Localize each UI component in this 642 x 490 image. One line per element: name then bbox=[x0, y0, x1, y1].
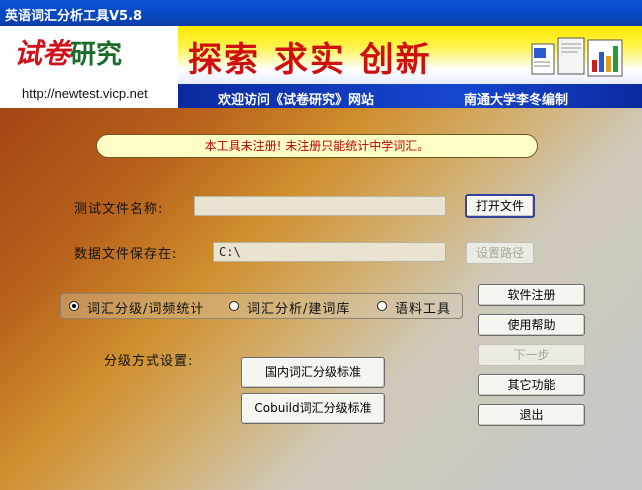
title-bar[interactable]: 英语词汇分析工具V5.8 bbox=[0, 0, 642, 26]
data-file-label: 数据文件保存在: bbox=[74, 247, 178, 262]
radio-dot bbox=[229, 301, 239, 311]
grading-label: 分级方式设置: bbox=[104, 354, 194, 369]
domestic-standard-button[interactable]: 国内词汇分级标准 bbox=[241, 357, 385, 388]
slogan: 探索 求实 创新 bbox=[188, 40, 432, 80]
register-button[interactable]: 软件注册 bbox=[478, 284, 585, 306]
site-logo: 试卷研究 bbox=[14, 32, 122, 72]
next-step-button[interactable]: 下一步 bbox=[478, 344, 585, 366]
test-file-input[interactable] bbox=[194, 196, 446, 216]
logo-text-red: 试卷 bbox=[14, 37, 71, 70]
document-chart-icon bbox=[531, 37, 623, 77]
set-path-button[interactable]: 设置路径 bbox=[466, 242, 534, 264]
mode-radio-group: 词汇分级/词频统计 词汇分析/建词库 语料工具 bbox=[60, 293, 463, 319]
cobuild-standard-button[interactable]: Cobuild词汇分级标准 bbox=[241, 393, 385, 424]
test-file-label: 测试文件名称: bbox=[74, 202, 164, 217]
window-title: 英语词汇分析工具V5.8 bbox=[5, 9, 143, 24]
registration-notice: 本工具未注册! 未注册只能统计中学词汇。 bbox=[96, 134, 538, 158]
open-file-button[interactable]: 打开文件 bbox=[465, 194, 535, 218]
data-path-input[interactable]: C:\ bbox=[213, 242, 446, 262]
welcome-text: 欢迎访问《试卷研究》网站 bbox=[218, 93, 375, 108]
site-url: http://newtest.vicp.net bbox=[22, 86, 148, 101]
radio-dot bbox=[377, 301, 387, 311]
main-window: 英语词汇分析工具V5.8 试卷研究 http://newtest.vicp.ne… bbox=[0, 0, 642, 490]
radio-label: 语料工具 bbox=[395, 302, 452, 317]
logo-text-green: 研究 bbox=[70, 40, 123, 70]
radio-dot-selected bbox=[69, 301, 79, 311]
help-button[interactable]: 使用帮助 bbox=[478, 314, 585, 336]
radio-label: 词汇分级/词频统计 bbox=[87, 302, 205, 317]
exit-button[interactable]: 退出 bbox=[478, 404, 585, 426]
author-text: 南通大学李冬编制 bbox=[464, 93, 569, 108]
other-functions-button[interactable]: 其它功能 bbox=[478, 374, 585, 396]
header-banner: 试卷研究 http://newtest.vicp.net 探索 求实 创新 欢迎… bbox=[0, 26, 642, 108]
radio-label: 词汇分析/建词库 bbox=[247, 302, 351, 317]
